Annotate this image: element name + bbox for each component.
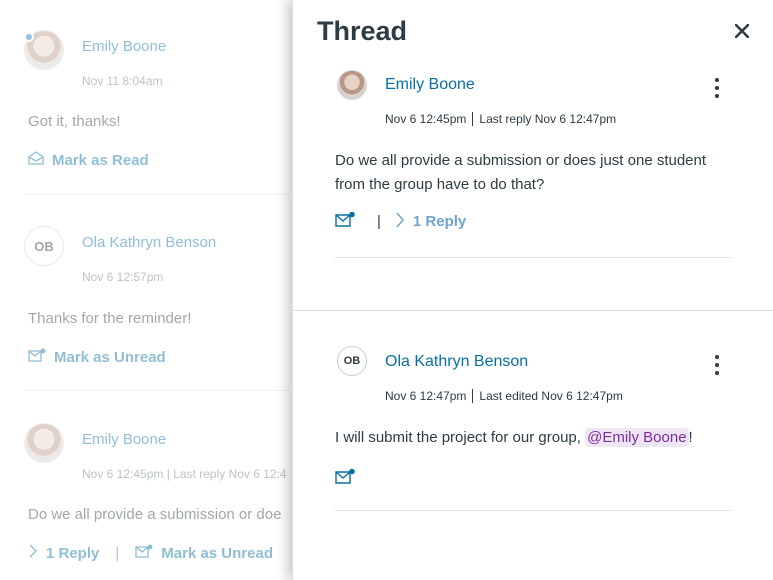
mark-as-read-button[interactable]: Mark as Read — [28, 151, 149, 169]
mark-as-unread-button[interactable] — [335, 211, 355, 232]
kebab-dot — [715, 94, 719, 98]
divider — [24, 194, 290, 195]
last-reply: Last reply Nov 6 12:47pm — [479, 112, 617, 126]
separator: | — [115, 544, 120, 562]
actions-row — [335, 468, 355, 489]
last-reply: Last reply Nov 6 12:4 — [173, 467, 287, 481]
envelope-open-icon — [28, 151, 44, 169]
timestamp: Nov 6 12:45pm — [82, 467, 164, 481]
avatar — [337, 70, 367, 100]
separator: | — [377, 213, 381, 230]
unread-indicator-icon — [24, 32, 34, 42]
message-text: I will submit the project for our group,… — [335, 426, 735, 450]
timestamp: Nov 6 12:45pm — [385, 112, 467, 126]
chevron-right-icon — [28, 544, 38, 562]
reply-count: 1 Reply — [46, 544, 100, 562]
close-button[interactable] — [731, 22, 753, 44]
separator — [472, 389, 474, 403]
message-text-end: ! — [688, 429, 693, 446]
user-mention[interactable]: @Emily Boone — [585, 428, 689, 447]
more-options-button[interactable] — [707, 76, 727, 100]
avatar — [24, 423, 64, 463]
avatar: OB — [24, 226, 64, 266]
avatar-initials: OB — [34, 238, 54, 254]
avatar-initials: OB — [343, 355, 361, 367]
message-text: Do we all provide a submission or doe — [28, 506, 282, 523]
mark-as-unread-label: Mark as Unread — [161, 544, 273, 562]
mark-as-unread-button[interactable]: Mark as Unread — [135, 544, 273, 562]
discussion-list: Emily Boone Nov 11 8:04am Got it, thanks… — [0, 0, 300, 580]
timestamp-row: Nov 6 12:45pm | Last reply Nov 6 12:4 — [82, 467, 287, 481]
mark-as-read-label: Mark as Read — [52, 151, 149, 169]
kebab-dot — [715, 78, 719, 82]
timestamp: Nov 6 12:47pm — [385, 389, 467, 403]
reply-toggle-button[interactable]: 1 Reply — [395, 212, 466, 232]
thread-tray: Thread Emily Boone Nov 6 12:45pm Last re… — [292, 0, 773, 580]
close-icon — [734, 23, 750, 43]
author-name[interactable]: Emily Boone — [82, 431, 166, 448]
author-name[interactable]: Ola Kathryn Benson — [82, 234, 216, 251]
last-edited: Last edited Nov 6 12:47pm — [479, 389, 623, 403]
more-options-button[interactable] — [707, 353, 727, 377]
divider — [24, 390, 290, 391]
message-text: Do we all provide a submission or does j… — [335, 152, 707, 193]
author-name[interactable]: Emily Boone — [385, 76, 475, 94]
chevron-right-icon — [395, 212, 405, 232]
reply-count: 1 Reply — [412, 213, 467, 230]
section-divider — [293, 310, 773, 311]
kebab-dot — [715, 86, 719, 90]
message-text: Thanks for the reminder! — [28, 310, 192, 327]
envelope-unread-icon — [335, 468, 355, 489]
reply-toggle-button[interactable]: 1 Reply — [28, 544, 99, 562]
kebab-dot — [715, 363, 719, 367]
timestamp-row: Nov 6 12:47pm Last edited Nov 6 12:47pm — [385, 389, 623, 403]
divider — [335, 510, 731, 511]
avatar: OB — [337, 346, 367, 376]
envelope-unread-icon — [28, 348, 46, 366]
author-name[interactable]: Emily Boone — [82, 38, 166, 55]
message-text-start: I will submit the project for our group, — [335, 429, 586, 446]
timestamp: Nov 11 8:04am — [82, 74, 163, 88]
envelope-unread-icon — [335, 211, 355, 232]
timestamp: Nov 6 12:57pm — [82, 270, 164, 284]
author-name[interactable]: Ola Kathryn Benson — [385, 353, 528, 371]
kebab-dot — [715, 355, 719, 359]
separator — [472, 112, 474, 126]
kebab-dot — [715, 371, 719, 375]
mark-as-unread-label: Mark as Unread — [54, 348, 166, 366]
timestamp-row: Nov 6 12:45pm Last reply Nov 6 12:47pm — [385, 112, 616, 126]
actions-row: 1 Reply | Mark as Unread — [28, 544, 273, 562]
tray-title: Thread — [317, 16, 408, 46]
message-text: Got it, thanks! — [28, 113, 121, 130]
divider — [335, 257, 731, 258]
mark-as-unread-button[interactable]: Mark as Unread — [28, 348, 166, 366]
mark-as-unread-button[interactable] — [335, 468, 355, 489]
envelope-unread-icon — [135, 544, 153, 562]
actions-row: | 1 Reply — [335, 211, 466, 232]
